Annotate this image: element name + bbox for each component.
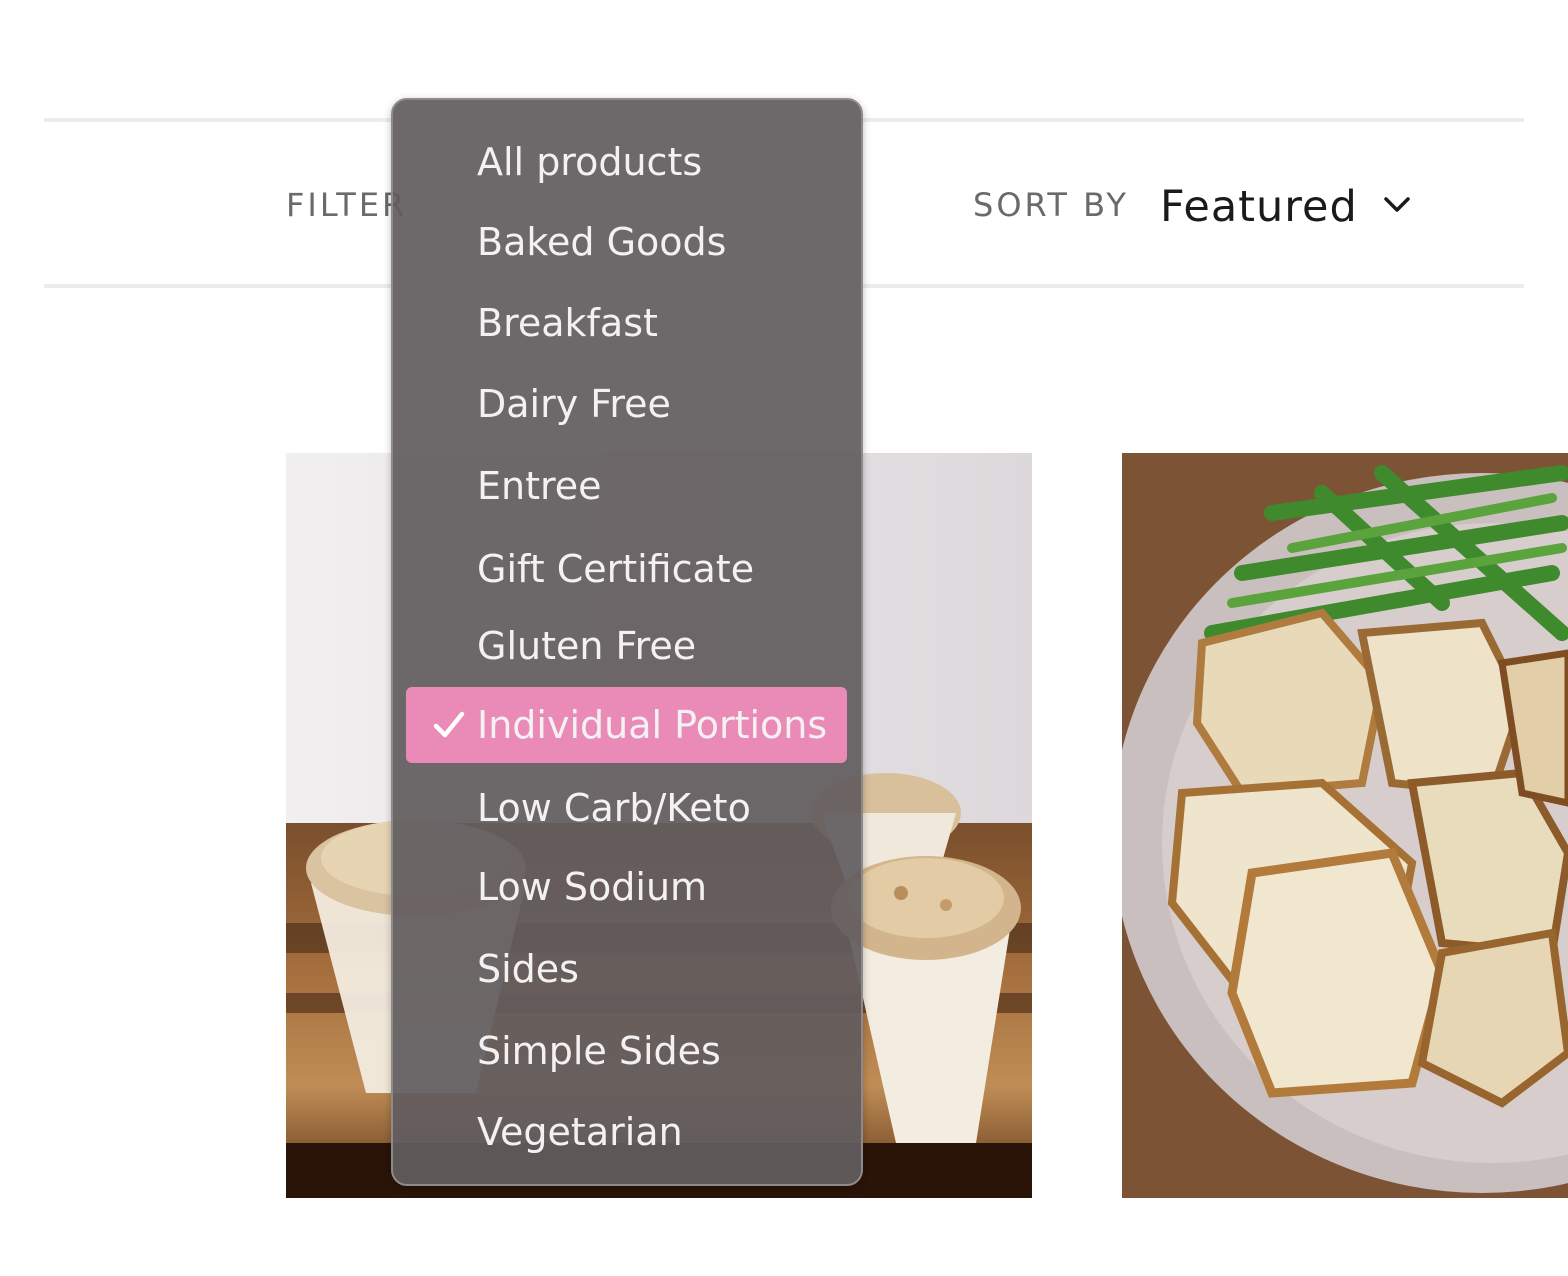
filter-option-label: Gluten Free [477,624,697,668]
filter-option-label: Breakfast [477,301,658,345]
filter-option-label: Individual Portions [477,703,828,747]
filter-option-low-carb-keto[interactable]: Low Carb/Keto [393,770,861,846]
filter-label: FILTER [286,186,408,224]
filter-option-label: Vegetarian [477,1110,683,1154]
filter-option-breakfast[interactable]: Breakfast [393,285,861,361]
filter-option-all-products[interactable]: All products [393,124,861,200]
filter-option-label: Dairy Free [477,382,671,426]
filter-option-label: Entree [477,464,602,508]
filter-option-label: Gift Certificate [477,547,755,591]
chevron-down-icon [1384,197,1410,212]
filter-option-label: Baked Goods [477,220,727,264]
filter-option-vegetarian[interactable]: Vegetarian [393,1094,861,1170]
filter-option-gluten-free[interactable]: Gluten Free [393,608,861,684]
filter-option-entree[interactable]: Entree [393,448,861,524]
potatoes-photo [1122,453,1568,1198]
product-image-potatoes[interactable] [1122,453,1568,1198]
filter-option-dairy-free[interactable]: Dairy Free [393,366,861,442]
filter-option-low-sodium[interactable]: Low Sodium [393,849,861,925]
filter-option-label: Sides [477,947,579,991]
filter-dropdown-menu[interactable]: All products Baked Goods Breakfast Dairy… [391,98,863,1186]
filter-option-label: Simple Sides [477,1029,721,1073]
filter-option-simple-sides[interactable]: Simple Sides [393,1013,861,1089]
sort-by-label: SORT BY [973,186,1129,224]
sort-select[interactable]: Featured [1160,175,1430,239]
filter-option-individual-portions[interactable]: Individual Portions [393,687,861,763]
checkmark-icon [433,711,465,738]
filter-option-baked-goods[interactable]: Baked Goods [393,204,861,280]
filter-option-sides[interactable]: Sides [393,931,861,1007]
filter-option-label: All products [477,140,703,184]
collection-page: FILTER SORT BY Featured All products Bak… [0,0,1568,1276]
filter-option-label: Low Carb/Keto [477,786,751,830]
sort-selected-value: Featured [1160,182,1358,232]
filter-option-label: Low Sodium [477,865,708,909]
filter-option-gift-certificate[interactable]: Gift Certificate [393,531,861,607]
